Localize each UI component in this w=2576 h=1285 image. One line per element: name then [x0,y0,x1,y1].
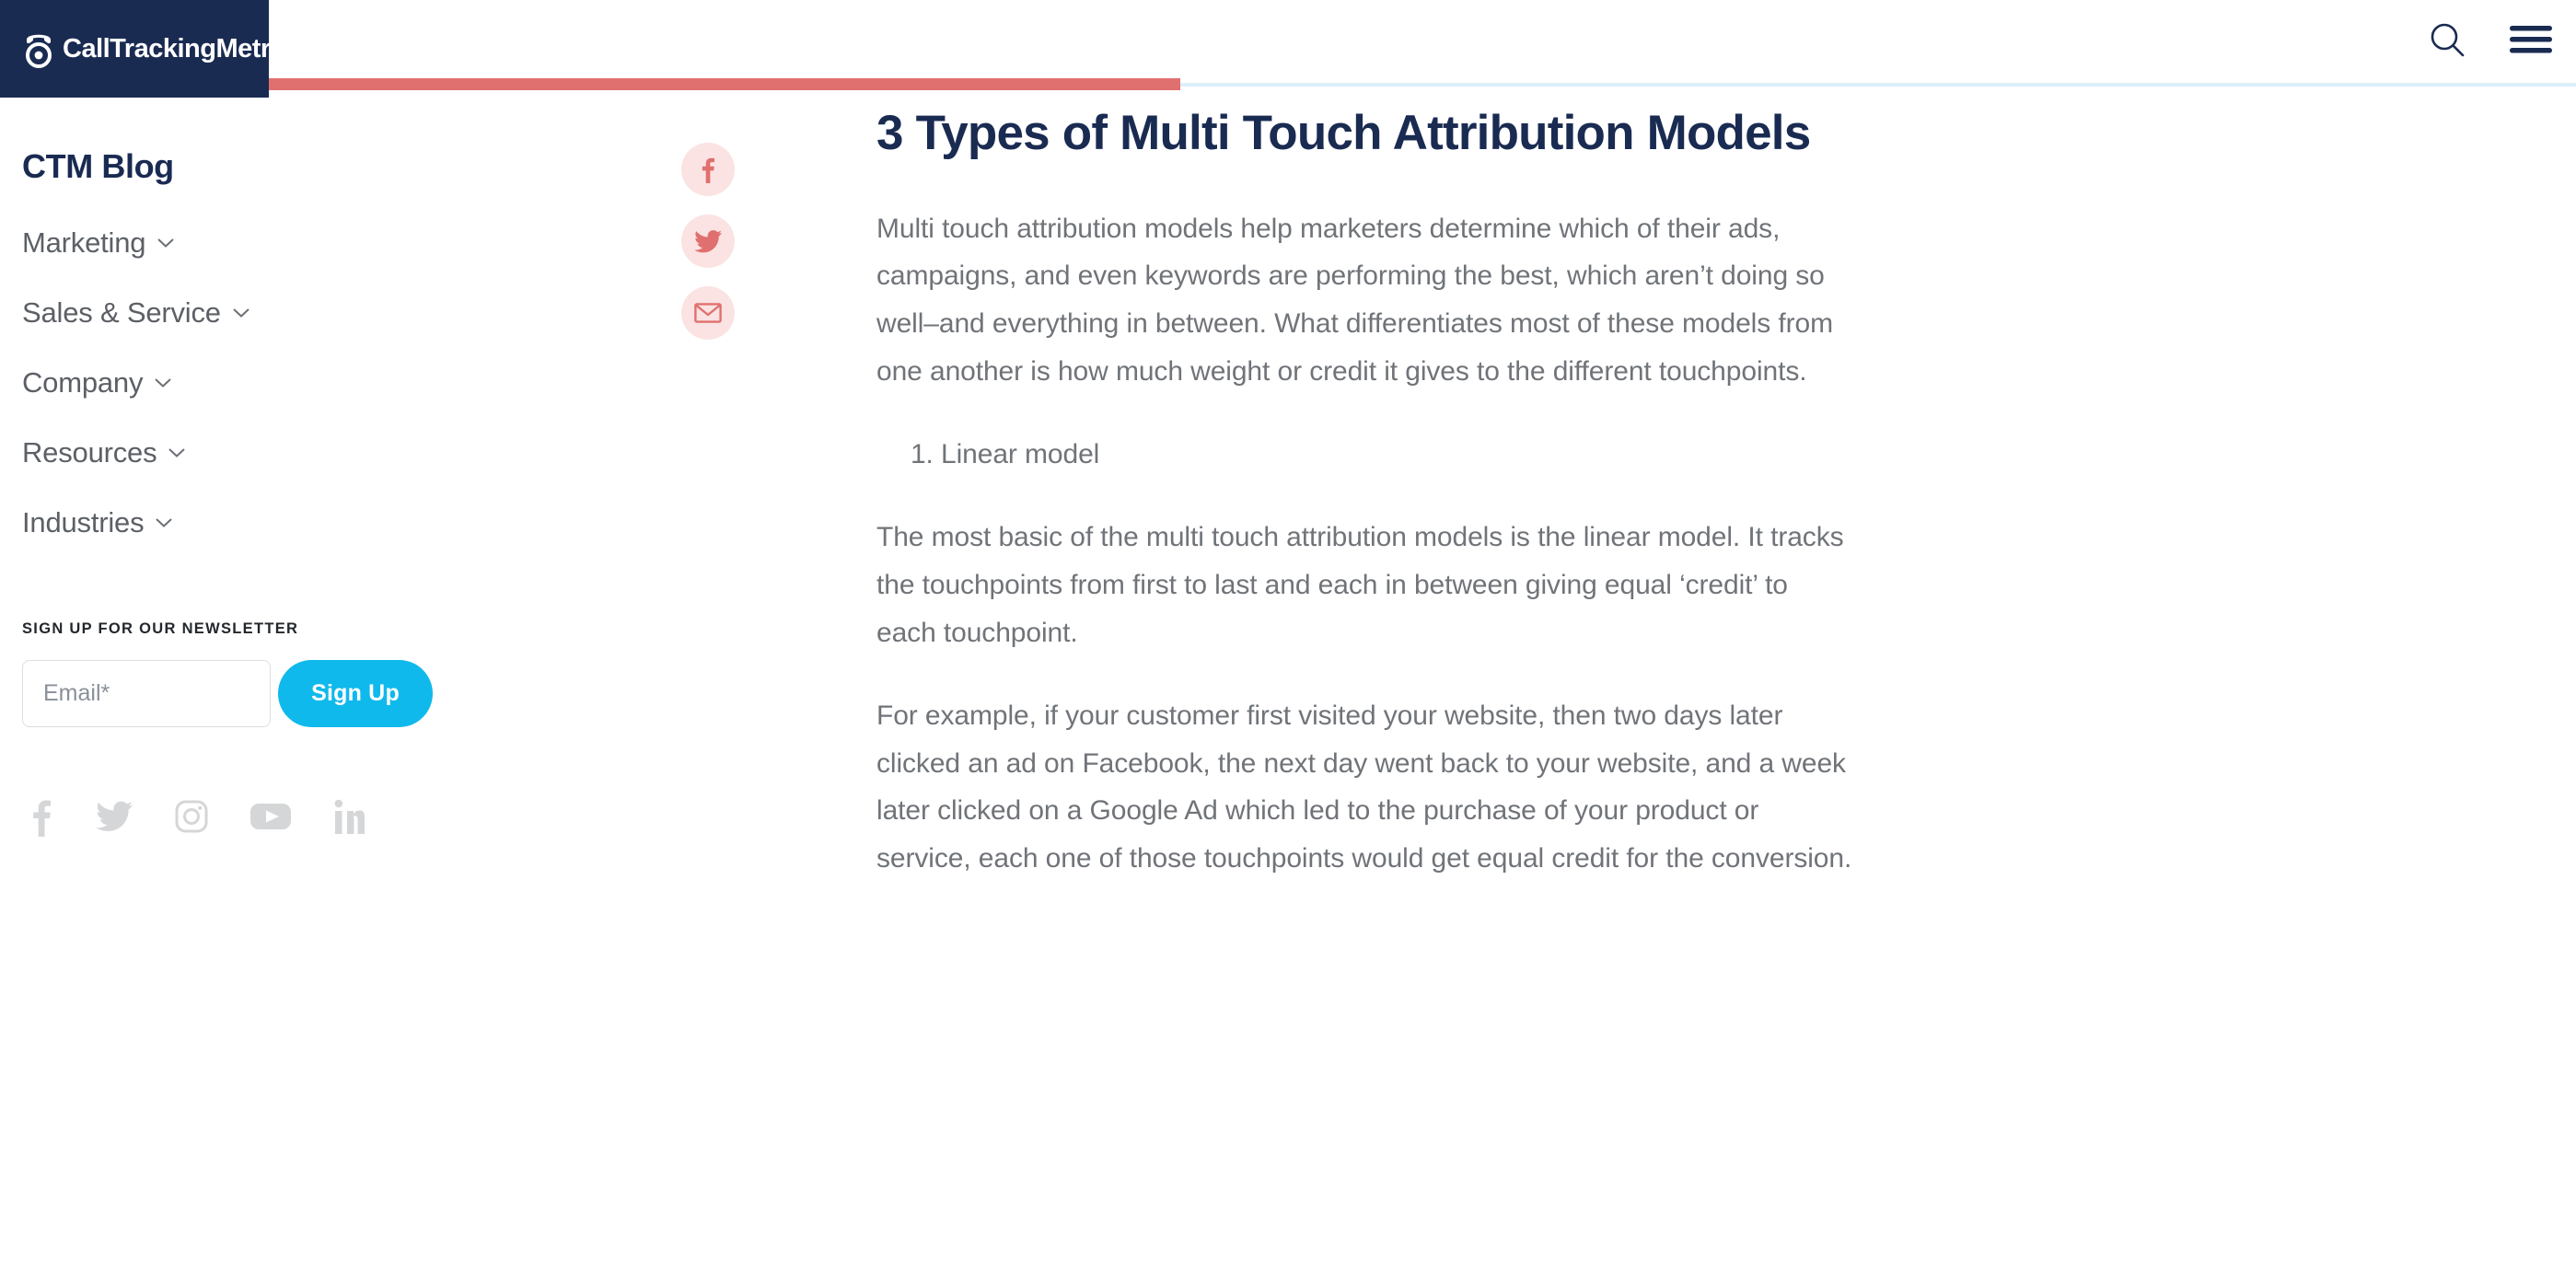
share-buttons [681,143,735,340]
chevron-down-icon [157,237,175,253]
chevron-down-icon [154,376,172,393]
sign-up-button[interactable]: Sign Up [278,660,433,727]
sidebar-item-resources[interactable]: Resources [22,436,457,469]
sidebar-item-label: Company [22,366,144,399]
sidebar-item-label: Sales & Service [22,296,221,329]
chevron-down-icon [168,446,186,463]
article-paragraph: For example, if your customer first visi… [876,700,1852,874]
reading-progress-fill [269,78,1180,90]
sidebar-item-company[interactable]: Company [22,366,457,399]
sidebar-item-industries[interactable]: Industries [22,506,457,539]
list-item: Linear model [941,431,1852,479]
page-title: CTM Blog [22,147,174,185]
share-email-icon[interactable] [681,286,735,340]
chevron-down-icon [155,516,173,533]
chevron-down-icon [232,307,250,323]
sidebar-item-label: Resources [22,436,157,469]
share-twitter-icon[interactable] [681,214,735,268]
brand-name: CallTrackingMetrics [63,33,307,64]
site-header: CallTrackingMetrics [0,0,2576,98]
instagram-icon[interactable] [175,800,208,838]
email-field[interactable] [22,660,271,727]
blog-sidebar: CTM Blog Marketing Sales & Service Compa… [0,98,479,1285]
newsletter-heading: SIGN UP FOR OUR NEWSLETTER [22,620,299,637]
linkedin-icon[interactable] [333,798,365,839]
facebook-icon[interactable] [29,796,53,841]
sidebar-item-sales-service[interactable]: Sales & Service [22,296,457,330]
newsletter-signup: SIGN UP FOR OUR NEWSLETTER Sign Up [22,620,457,727]
sidebar-item-label: Marketing [22,226,146,259]
share-facebook-icon[interactable] [681,143,735,196]
search-icon[interactable] [2427,19,2467,64]
article-paragraph: Multi touch attribution models help mark… [876,213,1833,388]
twitter-icon[interactable] [96,801,133,837]
newsletter-form: Sign Up [22,660,457,727]
article-title: 3 Types of Multi Touch Attribution Model… [876,106,1811,160]
article-ordered-list: Linear model [876,431,1852,479]
phone-dial-logo-icon [18,29,59,69]
header-actions [2427,0,2552,83]
youtube-icon[interactable] [250,802,291,836]
sidebar-nav: Marketing Sales & Service Company Resour… [22,226,457,539]
hamburger-menu-icon[interactable] [2510,24,2552,60]
article-paragraph: The most basic of the multi touch attrib… [876,521,1844,648]
brand-logo-link[interactable]: CallTrackingMetrics [0,0,307,98]
article-body: 3 Types of Multi Touch Attribution Model… [876,98,1852,918]
social-links [22,796,457,841]
sidebar-item-label: Industries [22,506,145,538]
sidebar-item-marketing[interactable]: Marketing [22,226,457,260]
